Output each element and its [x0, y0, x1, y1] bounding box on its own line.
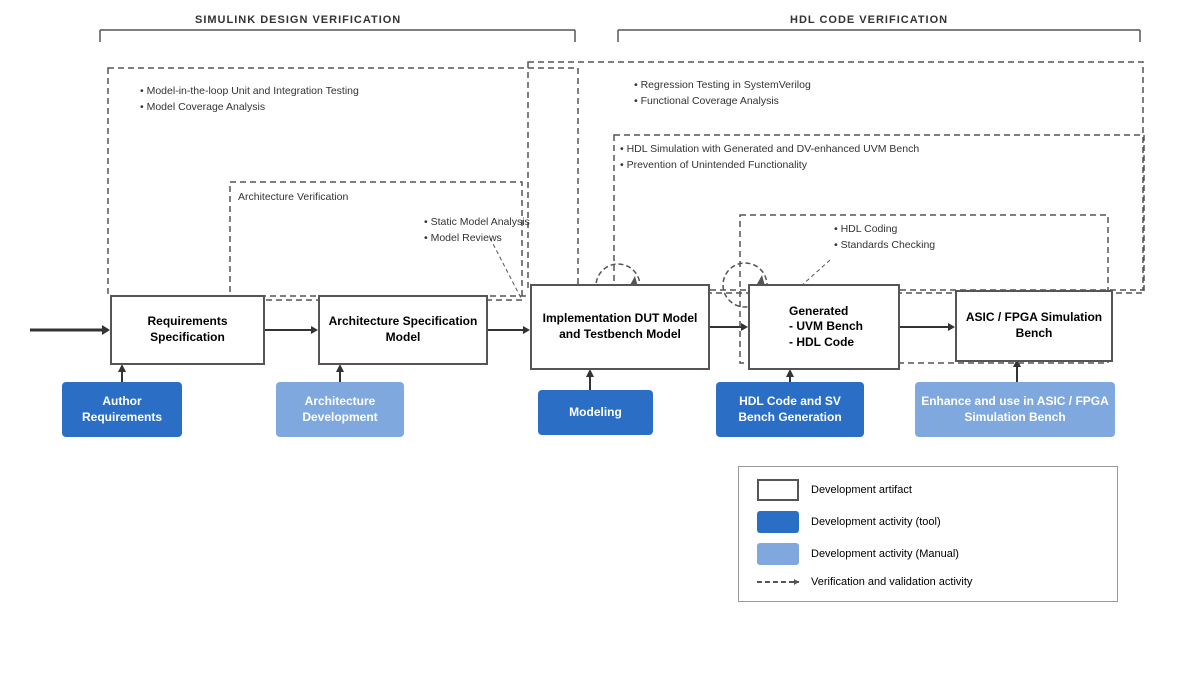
- generated-box: Generated- UVM Bench- HDL Code: [748, 284, 900, 370]
- legend-artifact-label: Development artifact: [811, 484, 912, 496]
- legend-dash-label: Verification and validation activity: [811, 576, 972, 588]
- hdl-label: HDL Code Verification: [790, 14, 948, 26]
- legend-dash-icon: [757, 575, 799, 589]
- legend-artifact: Development artifact: [757, 479, 1099, 501]
- hdl-sim-annotation: • HDL Simulation with Generated and DV-e…: [620, 142, 919, 174]
- arch-spec-box: Architecture Specification Model: [318, 295, 488, 365]
- impl-dut-box: Implementation DUT Model and Testbench M…: [530, 284, 710, 370]
- hdl-coding-annotation: • HDL Coding• Standards Checking: [834, 222, 935, 254]
- legend-manual-label: Development activity (Manual): [811, 548, 959, 560]
- static-model-annotation: • Static Model Analysis• Model Reviews: [424, 215, 530, 247]
- asic-fpga-box: ASIC / FPGA Simulation Bench: [955, 290, 1113, 362]
- legend: Development artifact Development activit…: [738, 466, 1118, 602]
- enhance-asic-box: Enhance and use in ASIC / FPGA Simulatio…: [915, 382, 1115, 437]
- legend-box-icon: [757, 479, 799, 501]
- simulink-label: Simulink Design Verification: [195, 14, 401, 26]
- legend-manual-icon: [757, 543, 799, 565]
- requirements-spec-box: Requirements Specification: [110, 295, 265, 365]
- legend-tool-label: Development activity (tool): [811, 516, 941, 528]
- diagram: Simulink Design Verification HDL Code Ve…: [0, 0, 1200, 674]
- regression-annotation: • Regression Testing in SystemVerilog• F…: [634, 78, 811, 110]
- legend-tool-icon: [757, 511, 799, 533]
- legend-dash: Verification and validation activity: [757, 575, 1099, 589]
- legend-manual: Development activity (Manual): [757, 543, 1099, 565]
- author-req-box: Author Requirements: [62, 382, 182, 437]
- simulink-top-annotation: • Model-in-the-loop Unit and Integration…: [140, 84, 359, 116]
- arch-verif-annotation: Architecture Verification: [238, 190, 348, 206]
- hdl-gen-box: HDL Code and SV Bench Generation: [716, 382, 864, 437]
- legend-tool: Development activity (tool): [757, 511, 1099, 533]
- arch-dev-box: Architecture Development: [276, 382, 404, 437]
- modeling-box: Modeling: [538, 390, 653, 435]
